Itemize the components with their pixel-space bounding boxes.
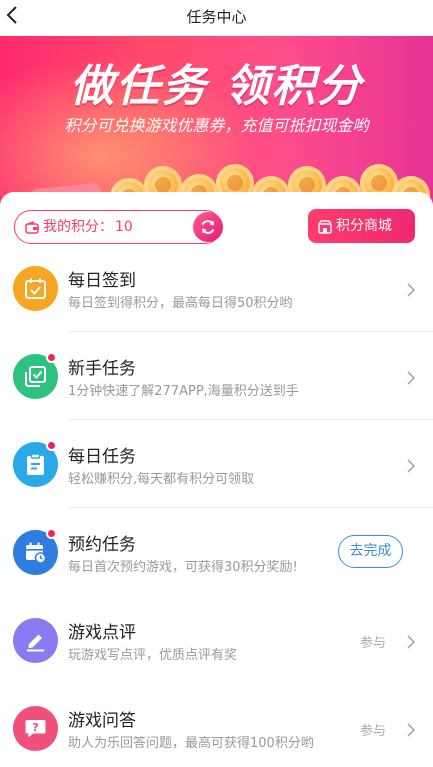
task-item-daily-checkin[interactable]: 每日签到 每日签到得积分，最高每日得50积分哟 — [0, 244, 433, 332]
new-badge-dot — [46, 528, 57, 539]
pen-icon — [13, 618, 58, 663]
top-bar: 任务中心 — [0, 0, 433, 36]
task-desc: 1分钟快速了解277APP,海量积分送到手 — [68, 384, 299, 399]
points-mall-label: 积分商城 — [336, 218, 392, 234]
task-title: 每日签到 — [68, 271, 136, 291]
banner-headline: 做任务 领积分 — [69, 61, 364, 112]
task-title: 游戏点评 — [68, 623, 136, 643]
task-desc: 每日签到得积分，最高每日得50积分哟 — [68, 296, 293, 311]
refresh-points-button[interactable] — [193, 212, 223, 242]
task-desc: 轻松赚积分,每天都有积分可领取 — [68, 472, 255, 487]
wallet-icon — [25, 220, 39, 234]
chevron-right-icon — [404, 458, 418, 473]
join-label[interactable]: 参与 — [360, 632, 386, 651]
chevron-right-icon — [404, 282, 418, 297]
points-value: 10 — [115, 219, 133, 235]
banner-subline: 积分可兑换游戏优惠券，充值可抵扣现金哟 — [64, 116, 369, 135]
task-title: 新手任务 — [68, 359, 136, 379]
new-badge-dot — [46, 440, 57, 451]
points-mall-button[interactable]: 积分商城 — [308, 209, 415, 243]
task-title: 预约任务 — [68, 535, 136, 555]
svg-text:?: ? — [32, 721, 38, 734]
go-complete-button[interactable]: 去完成 — [338, 535, 403, 568]
new-badge-dot — [46, 352, 57, 363]
page-title: 任务中心 — [186, 8, 247, 26]
calendar-check-icon — [13, 266, 58, 311]
task-desc: 玩游戏写点评，优质点评有奖 — [68, 648, 238, 663]
join-label[interactable]: 参与 — [360, 720, 386, 739]
chevron-right-icon — [404, 634, 418, 649]
points-label: 我的积分： 10 — [43, 219, 133, 235]
question-chat-icon: ? — [13, 706, 58, 751]
task-desc: 助人为乐回答问题，最高可获得100积分哟 — [68, 736, 314, 751]
store-icon — [318, 219, 332, 234]
task-desc: 每日首次预约游戏，可获得30积分奖励! — [68, 560, 298, 575]
task-title: 每日任务 — [68, 447, 136, 467]
task-item-newbie[interactable]: 新手任务 1分钟快速了解277APP,海量积分送到手 — [0, 332, 433, 420]
task-item-reservation[interactable]: 预约任务 每日首次预约游戏，可获得30积分奖励! 去完成 — [0, 508, 433, 596]
task-title: 游戏问答 — [68, 711, 136, 731]
chevron-right-icon — [404, 722, 418, 737]
points-display: 我的积分： 10 — [14, 210, 222, 244]
task-item-daily[interactable]: 每日任务 轻松赚积分,每天都有积分可领取 — [0, 420, 433, 508]
task-item-game-qa[interactable]: ? 游戏问答 助人为乐回答问题，最高可获得100积分哟 参与 — [0, 684, 433, 767]
chevron-right-icon — [404, 370, 418, 385]
task-item-game-review[interactable]: 游戏点评 玩游戏写点评，优质点评有奖 参与 — [0, 596, 433, 684]
